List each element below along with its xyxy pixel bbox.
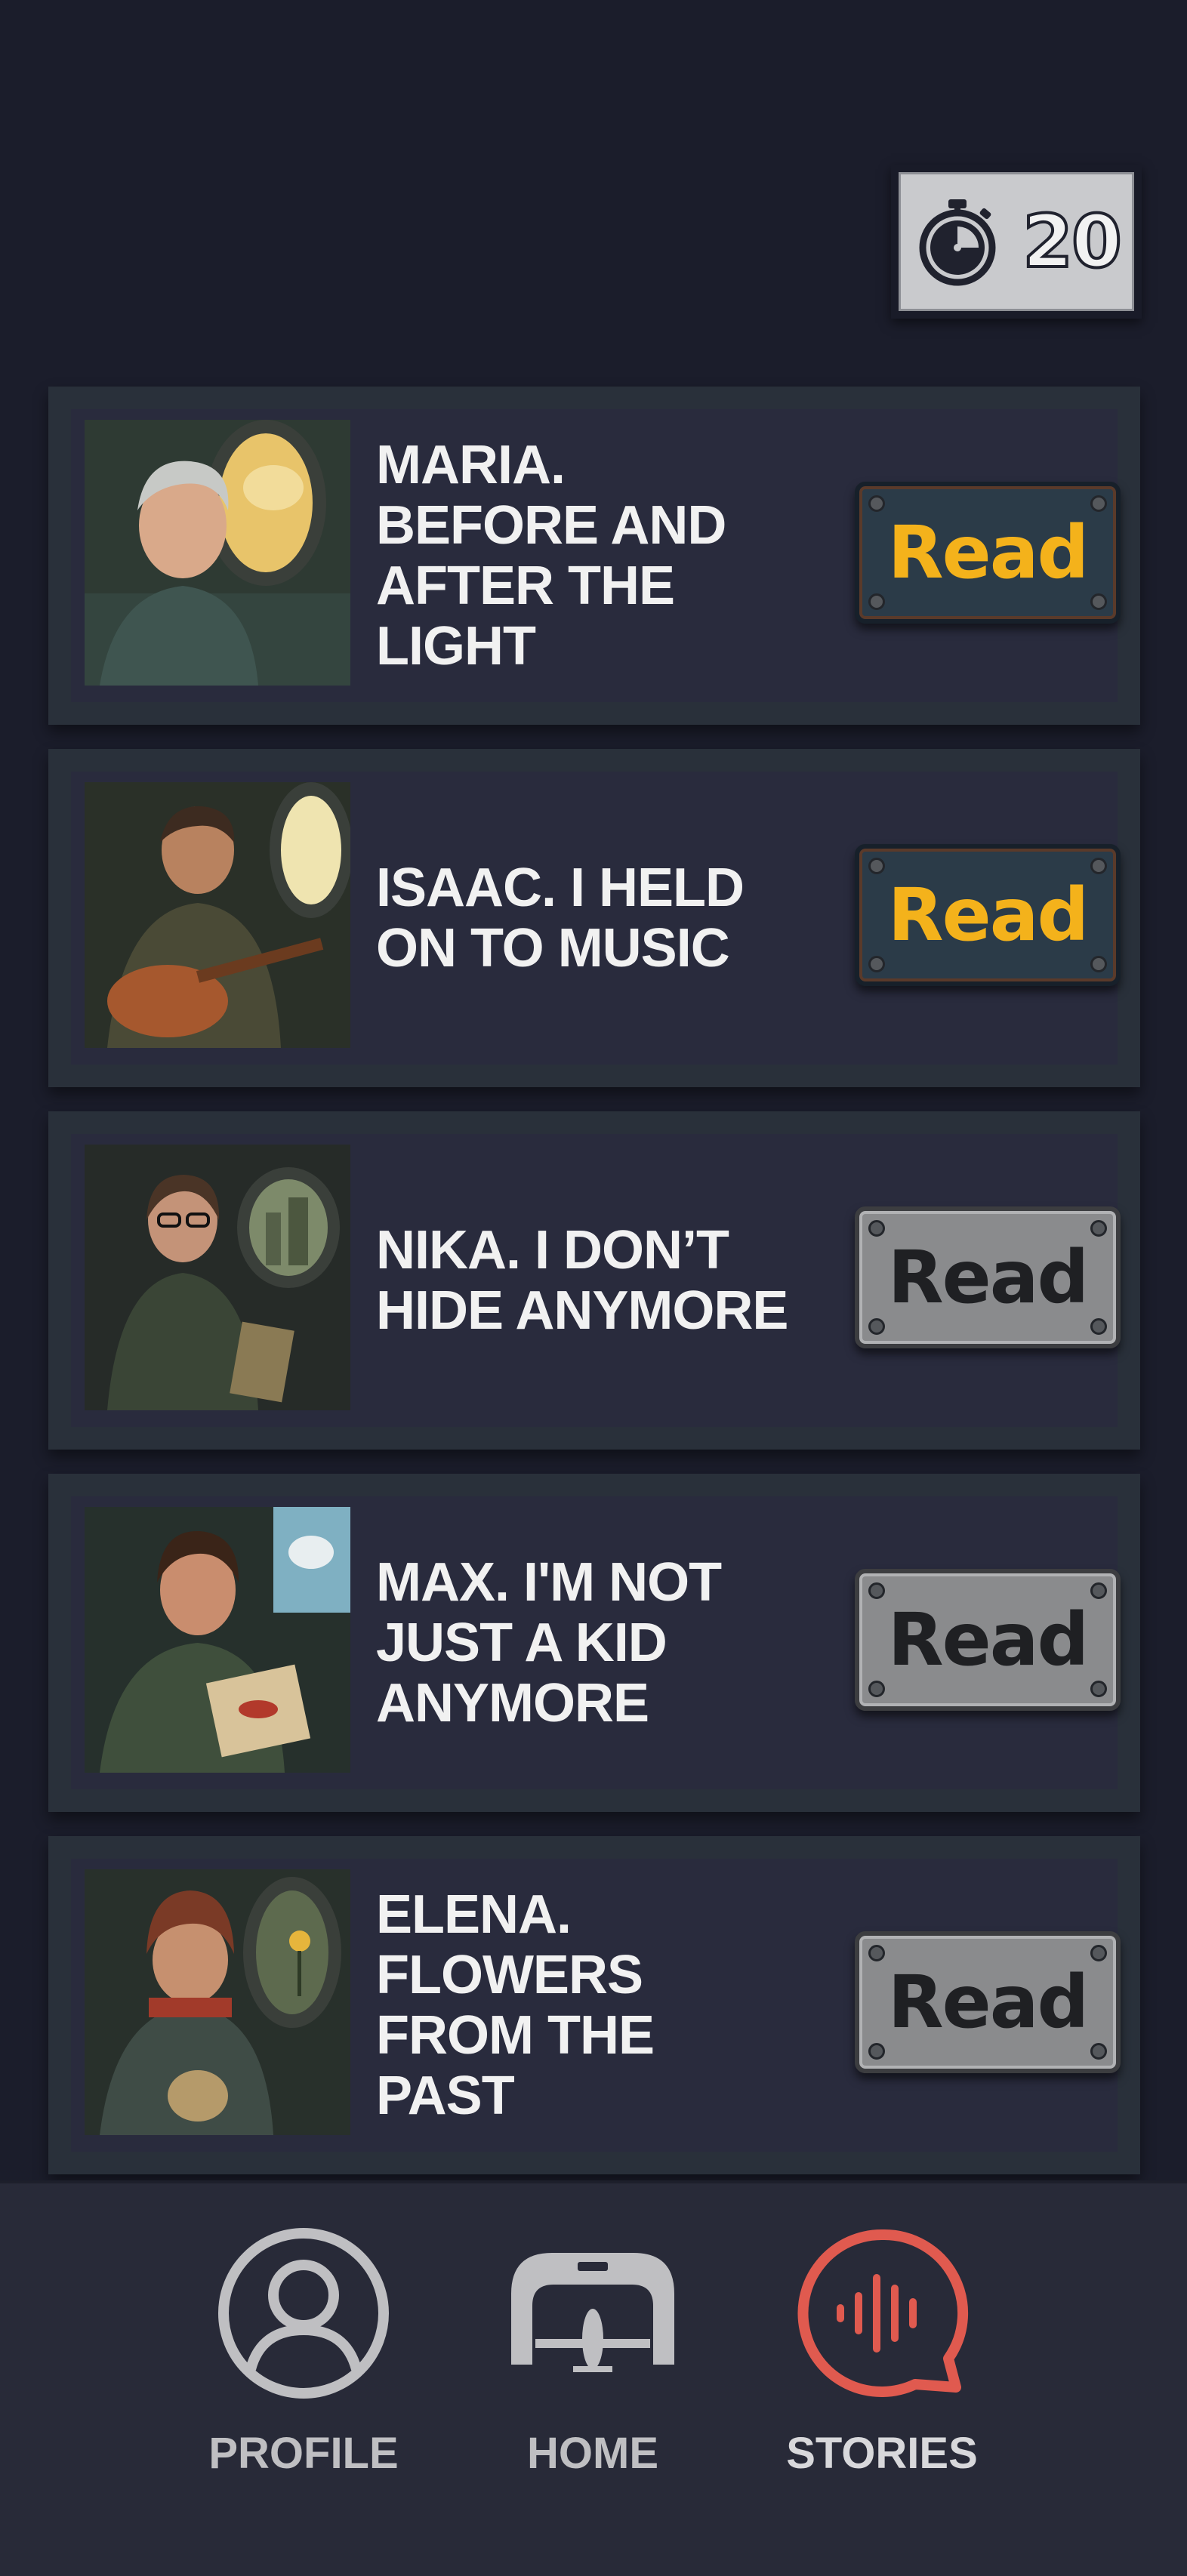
nav-stories[interactable]: STORIES <box>761 2226 1003 2513</box>
read-button[interactable]: Read <box>855 482 1121 624</box>
read-button-label: Read <box>887 1598 1090 1682</box>
profile-icon <box>218 2228 389 2399</box>
story-title: Maria. Before and after the light <box>376 435 726 676</box>
hangar-airplane-icon <box>511 2253 674 2372</box>
bottom-nav: PROFILE HOME STORIES <box>0 2180 1187 2576</box>
bolt-icon <box>868 593 885 610</box>
read-button-label: Read <box>887 1960 1090 2044</box>
bolt-icon <box>868 495 885 512</box>
story-list: Maria. Before and after the light Read <box>48 387 1140 2199</box>
bolt-icon <box>1090 2043 1107 2060</box>
bolt-icon <box>868 1318 885 1335</box>
bolt-icon <box>868 1582 885 1599</box>
read-button-locked[interactable]: Read <box>855 1931 1121 2073</box>
nav-profile[interactable]: PROFILE <box>183 2226 424 2513</box>
bolt-icon <box>1090 1681 1107 1697</box>
story-card: Max. I'm not just a kid anymore Read <box>48 1474 1140 1812</box>
bolt-icon <box>868 1945 885 1961</box>
read-button-label: Read <box>887 873 1090 957</box>
bolt-icon <box>1090 956 1107 972</box>
story-portrait-max <box>85 1507 350 1773</box>
bolt-icon <box>1090 593 1107 610</box>
story-card: Isaac. I held on to music Read <box>48 749 1140 1087</box>
timer-badge: 20 <box>891 165 1142 319</box>
read-button-label: Read <box>887 1235 1090 1320</box>
stopwatch-icon <box>912 196 1003 287</box>
read-button-locked[interactable]: Read <box>855 1569 1121 1711</box>
bolt-icon <box>1090 1318 1107 1335</box>
story-card: Maria. Before and after the light Read <box>48 387 1140 725</box>
story-title: Max. I'm not just a kid anymore <box>376 1552 722 1733</box>
nav-home[interactable]: HOME <box>472 2226 714 2513</box>
read-button[interactable]: Read <box>855 844 1121 986</box>
story-card: Nika. I don’t hide anymore Read <box>48 1111 1140 1450</box>
bolt-icon <box>1090 495 1107 512</box>
nav-stories-label: STORIES <box>786 2429 978 2478</box>
timer-value: 20 <box>1021 198 1124 285</box>
bolt-icon <box>868 1220 885 1237</box>
nav-profile-label: PROFILE <box>208 2429 399 2478</box>
bolt-icon <box>868 956 885 972</box>
bolt-icon <box>868 1681 885 1697</box>
voice-chat-icon <box>797 2229 969 2397</box>
bolt-icon <box>1090 1220 1107 1237</box>
story-title: Elena. Flowers from the past <box>376 1884 655 2126</box>
story-portrait-isaac <box>85 782 350 1048</box>
story-portrait-nika <box>85 1145 350 1410</box>
story-title: Nika. I don’t hide anymore <box>376 1220 788 1341</box>
story-portrait-maria <box>85 420 350 686</box>
read-button-locked[interactable]: Read <box>855 1206 1121 1348</box>
story-card: Elena. Flowers from the past Read <box>48 1836 1140 2174</box>
bolt-icon <box>1090 1945 1107 1961</box>
bolt-icon <box>1090 858 1107 874</box>
story-title: Isaac. I held on to music <box>376 858 745 978</box>
story-portrait-elena <box>85 1869 350 2135</box>
bolt-icon <box>1090 1582 1107 1599</box>
bolt-icon <box>868 858 885 874</box>
bolt-icon <box>868 2043 885 2060</box>
read-button-label: Read <box>887 510 1090 595</box>
nav-home-label: HOME <box>527 2429 658 2478</box>
